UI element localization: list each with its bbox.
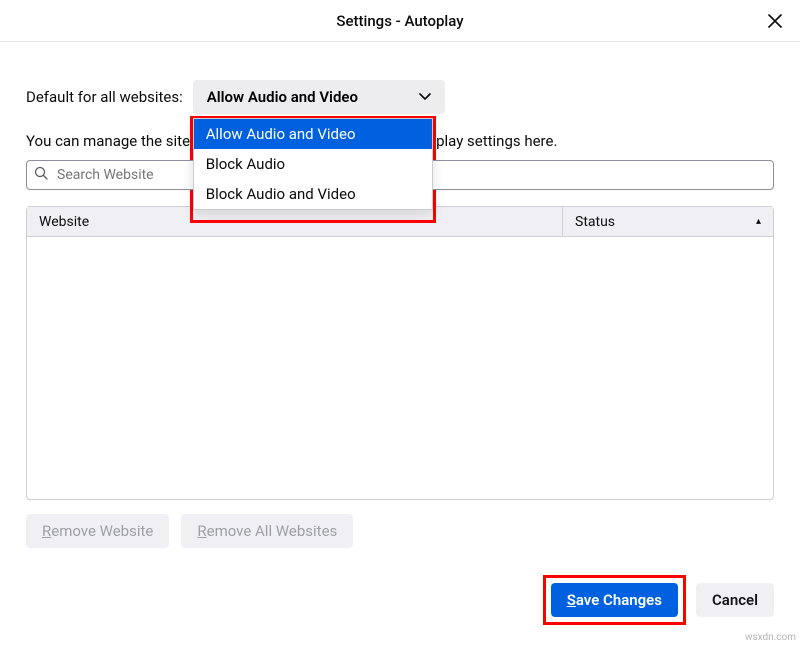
- save-changes-button[interactable]: Save Changes: [551, 583, 678, 617]
- chevron-down-icon: [419, 90, 431, 104]
- default-select-value: Allow Audio and Video: [207, 88, 358, 106]
- site-table: Website Status ▴: [26, 206, 774, 500]
- dropdown-option-block-av[interactable]: Block Audio and Video: [194, 179, 432, 209]
- default-row: Default for all websites: Allow Audio an…: [26, 80, 774, 114]
- cancel-button[interactable]: Cancel: [696, 583, 774, 617]
- default-select-dropdown: Allow Audio and Video Block Audio Block …: [193, 118, 433, 210]
- default-select[interactable]: Allow Audio and Video: [193, 80, 445, 114]
- dialog-footer: Save Changes Cancel: [543, 575, 774, 625]
- highlight-box-save: Save Changes: [543, 575, 686, 625]
- column-header-website[interactable]: Website: [27, 207, 563, 236]
- table-header: Website Status ▴: [27, 207, 773, 237]
- column-header-status[interactable]: Status ▴: [563, 207, 773, 236]
- dialog-title: Settings - Autoplay: [336, 12, 463, 30]
- remove-website-button: Remove Website: [26, 514, 169, 548]
- default-select-wrap: Allow Audio and Video Allow Audio and Vi…: [193, 80, 445, 114]
- dropdown-option-allow-av[interactable]: Allow Audio and Video: [194, 119, 432, 149]
- close-button[interactable]: [764, 10, 786, 32]
- default-label: Default for all websites:: [26, 88, 183, 106]
- close-icon: [768, 14, 782, 28]
- remove-all-websites-button: Remove All Websites: [181, 514, 353, 548]
- dialog-titlebar: Settings - Autoplay: [0, 0, 800, 42]
- sort-caret-icon: ▴: [756, 216, 761, 227]
- search-icon: [34, 166, 48, 184]
- table-body: [27, 237, 773, 499]
- dropdown-option-block-audio[interactable]: Block Audio: [194, 149, 432, 179]
- dialog-content: Default for all websites: Allow Audio an…: [0, 42, 800, 548]
- remove-buttons-row: Remove Website Remove All Websites: [26, 514, 774, 548]
- watermark: wsxdn.com: [745, 632, 796, 643]
